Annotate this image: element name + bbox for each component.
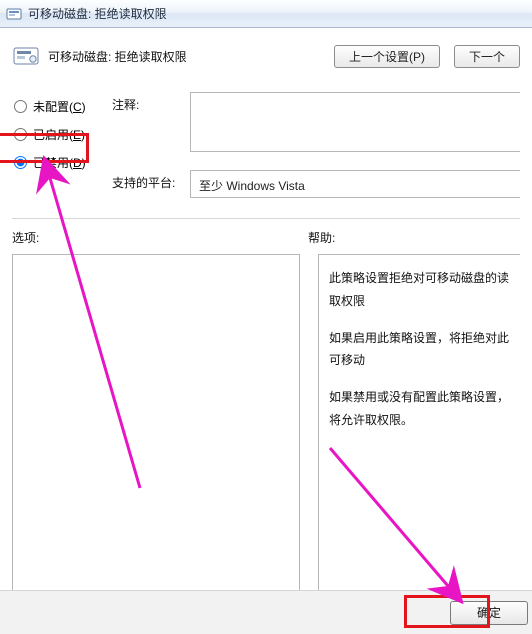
help-text-2: 如果启用此策略设置，将拒绝对此可移动 [329,327,510,373]
radio-disabled[interactable] [14,156,27,169]
ok-button[interactable]: 确定 [450,601,528,625]
window-title: 可移动磁盘: 拒绝读取权限 [28,5,167,22]
platform-label: 支持的平台: [112,170,182,191]
separator [12,218,520,219]
radio-disabled-label[interactable]: 已禁用(D) [33,154,86,171]
help-text-1: 此策略设置拒绝对可移动磁盘的读取权限 [329,267,510,313]
options-label: 选项: [12,229,308,246]
platform-value: 至少 Windows Vista [190,170,520,198]
policy-header-icon [12,45,40,67]
radio-enabled[interactable] [14,128,27,141]
radio-not-configured-label[interactable]: 未配置(C) [33,98,86,115]
help-text-3: 如果禁用或没有配置此策略设置，将允许取权限。 [329,386,510,432]
policy-icon [6,6,22,22]
options-panel [12,254,300,592]
next-setting-button[interactable]: 下一个 [454,45,520,68]
radio-enabled-label[interactable]: 已启用(E) [33,126,85,143]
help-panel: 此策略设置拒绝对可移动磁盘的读取权限 如果启用此策略设置，将拒绝对此可移动 如果… [318,254,520,592]
help-label: 帮助: [308,229,335,246]
comment-input[interactable] [190,92,520,152]
prev-setting-button[interactable]: 上一个设置(P) [334,45,440,68]
page-title: 可移动磁盘: 拒绝读取权限 [48,48,187,65]
comment-label: 注释: [112,92,182,113]
radio-not-configured[interactable] [14,100,27,113]
button-bar: 确定 [0,590,532,634]
